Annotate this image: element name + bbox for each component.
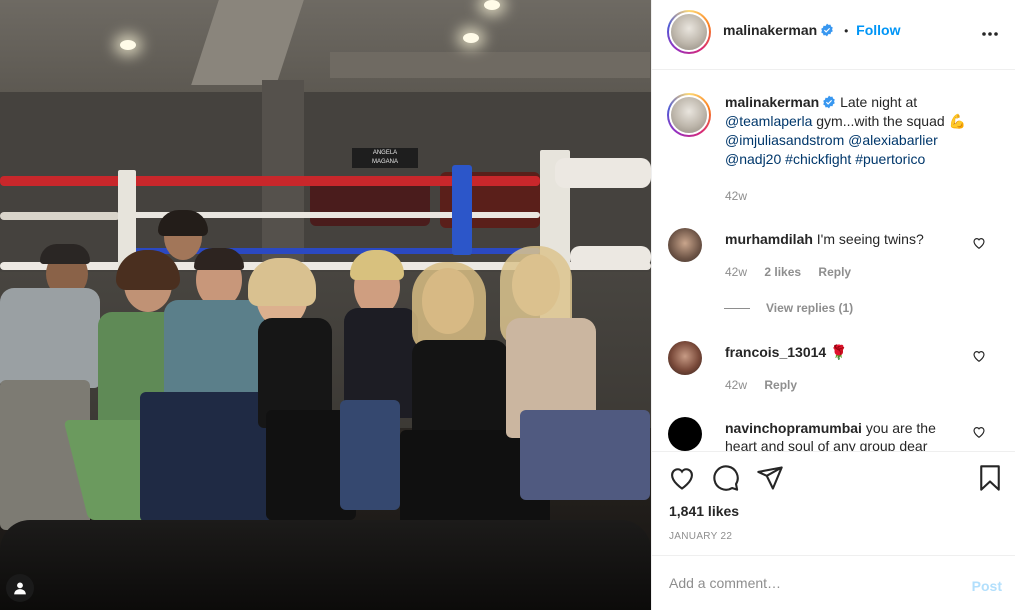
verified-badge-icon: [821, 23, 833, 37]
author-avatar[interactable]: [667, 10, 711, 54]
photo-rope: [0, 212, 120, 220]
comment-meta: 42w 2 likes Reply: [725, 265, 865, 279]
commenter-avatar[interactable]: [668, 228, 702, 262]
view-replies-button[interactable]: View replies (1): [724, 301, 853, 315]
commenter-avatar[interactable]: [668, 417, 702, 451]
comments-list[interactable]: malinakerman Late night at @teamlaperla …: [652, 71, 1015, 451]
photo-corner-post: [452, 165, 472, 255]
bookmark-icon[interactable]: [976, 464, 1004, 492]
comment-body: I'm seeing twins?: [816, 231, 924, 247]
verified-badge-icon: [823, 95, 835, 109]
photo-light: [463, 33, 479, 43]
caption-body: gym...with the squad: [816, 113, 945, 129]
comment-likes-count[interactable]: 2 likes: [764, 265, 801, 279]
photo-light: [120, 40, 136, 50]
comment-text: murhamdilah I'm seeing twins?: [725, 230, 970, 248]
more-options-button[interactable]: [978, 22, 1002, 46]
caption-username[interactable]: malinakerman: [725, 94, 819, 110]
author-username[interactable]: malinakerman: [723, 22, 817, 38]
header-separator: •: [844, 24, 849, 38]
reply-button[interactable]: Reply: [818, 265, 851, 279]
post-actions: 1,841 likes JANUARY 22: [652, 451, 1015, 555]
commenter-avatar[interactable]: [668, 341, 702, 375]
comment-body: 🌹: [830, 344, 848, 360]
header-author-line: malinakerman • Follow: [723, 22, 900, 38]
caption-author-avatar[interactable]: [667, 93, 711, 137]
comment-input[interactable]: [669, 572, 949, 594]
photo-beam: [330, 52, 650, 78]
post-side-panel: malinakerman • Follow malinakerman Late …: [651, 0, 1015, 610]
add-comment-bar: Post: [652, 555, 1015, 610]
caption-body: Late night at: [840, 94, 918, 110]
post-header: malinakerman • Follow: [652, 0, 1015, 70]
view-replies-label: View replies (1): [766, 301, 854, 315]
post-date[interactable]: JANUARY 22: [669, 531, 732, 542]
more-options-icon: [982, 32, 998, 36]
commenter-username[interactable]: navinchopramumbai: [725, 420, 862, 436]
caption-text: malinakerman Late night at @teamlaperla …: [725, 93, 997, 169]
share-icon[interactable]: [756, 464, 784, 492]
comment-time[interactable]: 42w: [725, 265, 747, 279]
tagged-users-button[interactable]: [6, 574, 34, 602]
comment-like-heart-icon[interactable]: [972, 236, 986, 250]
hashtag-link[interactable]: #chickfight: [785, 151, 851, 167]
heart-icon[interactable]: [668, 464, 696, 492]
commenter-username[interactable]: francois_13014: [725, 344, 826, 360]
caption-time[interactable]: 42w: [725, 189, 747, 203]
comment-icon[interactable]: [712, 464, 740, 492]
photo-rope: [555, 158, 651, 188]
mention-link[interactable]: @alexiabarlier: [848, 132, 938, 148]
post-comment-button[interactable]: Post: [972, 578, 1002, 594]
post-photo[interactable]: ANGELA MAGANA: [0, 0, 651, 610]
commenter-username[interactable]: murhamdilah: [725, 231, 813, 247]
reply-button[interactable]: Reply: [764, 378, 797, 392]
caption-emoji: 💪: [948, 113, 966, 129]
mention-link[interactable]: @nadj20: [725, 151, 781, 167]
photo-ceiling: [0, 0, 651, 92]
comment-like-heart-icon[interactable]: [972, 425, 986, 439]
replies-dash: [724, 308, 750, 310]
photo-ring-cushion: [0, 520, 651, 610]
follow-button[interactable]: Follow: [856, 22, 900, 38]
comment-text: navinchopramumbai you are the heart and …: [725, 419, 970, 451]
likes-count[interactable]: 1,841 likes: [669, 503, 739, 519]
photo-name-sign: ANGELA MAGANA: [352, 148, 418, 168]
comment-like-heart-icon[interactable]: [972, 349, 986, 363]
comment-text: francois_13014 🌹: [725, 343, 970, 361]
comment-meta: 42w Reply: [725, 378, 811, 392]
comment-time[interactable]: 42w: [725, 378, 747, 392]
mention-link[interactable]: @imjuliasandstrom: [725, 132, 844, 148]
photo-rope: [570, 246, 651, 268]
photo-light: [484, 0, 500, 10]
user-tag-icon: [14, 582, 26, 595]
hashtag-link[interactable]: #puertorico: [855, 151, 925, 167]
mention-link[interactable]: @teamlaperla: [725, 113, 812, 129]
